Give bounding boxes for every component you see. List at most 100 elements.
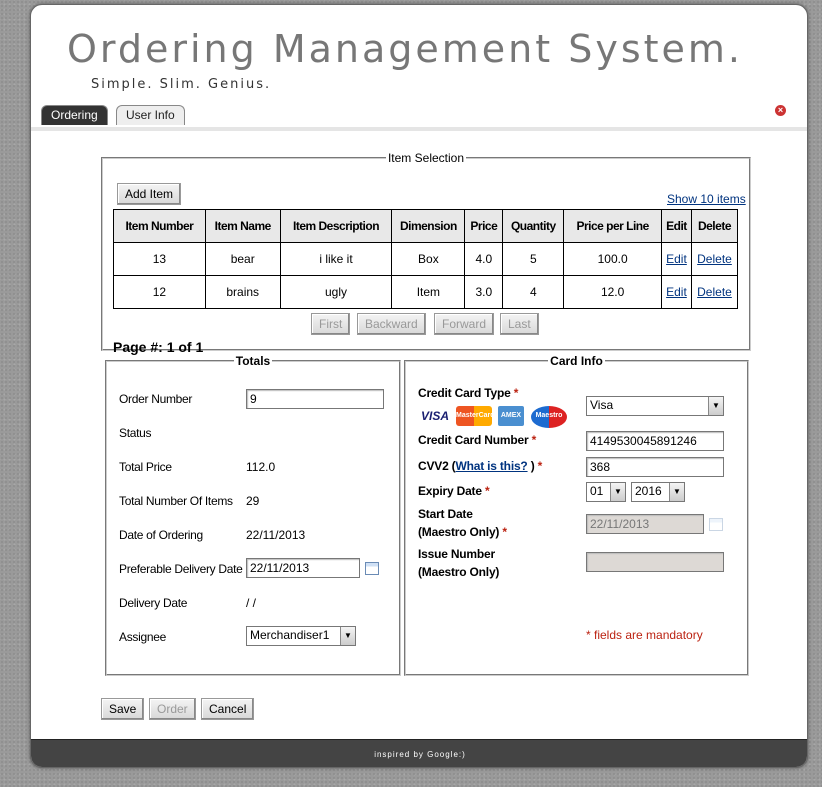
order-number-input[interactable]	[246, 389, 384, 409]
chevron-down-icon: ▼	[708, 397, 723, 415]
start-date-label: Start Date	[418, 507, 473, 521]
cvv-label: CVV2 (What is this? ) *	[418, 459, 543, 473]
delete-link[interactable]: Delete	[697, 285, 732, 299]
cell-item-name: bear	[204, 242, 281, 276]
tab-ordering[interactable]: Ordering	[41, 105, 108, 125]
cell-price-per-line: 12.0	[563, 275, 662, 309]
first-page-button[interactable]: First	[311, 313, 351, 335]
total-items-label: Total Number Of Items	[119, 494, 233, 508]
assignee-select[interactable]: Merchandiser1 ▼	[246, 626, 356, 646]
expiry-month-value: 01	[590, 484, 604, 498]
col-item-description: Item Description	[279, 209, 393, 243]
cell-delete: Delete	[690, 275, 739, 309]
page-label: Page #:	[113, 339, 163, 355]
cvv-input[interactable]	[586, 457, 724, 477]
chevron-down-icon: ▼	[610, 483, 625, 501]
cell-price: 3.0	[464, 275, 504, 309]
start-date-input[interactable]	[586, 514, 704, 534]
cell-item-name: brains	[204, 275, 281, 309]
delivery-date-label: Delivery Date	[119, 596, 188, 610]
issue-number-input[interactable]	[586, 552, 724, 572]
chevron-down-icon: ▼	[669, 483, 684, 501]
edit-link[interactable]: Edit	[666, 252, 687, 266]
last-page-button[interactable]: Last	[500, 313, 539, 335]
card-info-legend: Card Info	[550, 354, 603, 368]
cell-price-per-line: 100.0	[563, 242, 662, 276]
show-items-link[interactable]: Show 10 items	[667, 192, 746, 206]
footer: inspired by Google:)	[31, 739, 807, 767]
cvv-help-link[interactable]: What is this?	[455, 459, 527, 473]
items-table: Item Number Item Name Item Description D…	[113, 209, 739, 309]
cell-item-number: 13	[113, 242, 206, 276]
col-item-number: Item Number	[113, 209, 206, 243]
cell-dimension: Item	[391, 275, 466, 309]
app-subtitle: Simple. Slim. Genius.	[91, 77, 272, 92]
col-quantity: Quantity	[502, 209, 565, 243]
expiry-year-select[interactable]: 2016 ▼	[631, 482, 685, 502]
card-number-input[interactable]	[586, 431, 724, 451]
total-price-value: 112.0	[246, 460, 276, 474]
mastercard-icon: MasterCard	[456, 406, 495, 426]
tab-bar: Ordering User Info	[31, 103, 807, 131]
col-delete: Delete	[690, 209, 739, 243]
calendar-icon	[709, 518, 723, 531]
expiry-month-select[interactable]: 01 ▼	[586, 482, 626, 502]
cell-quantity: 4	[502, 275, 565, 309]
issue-number-label: Issue Number	[418, 547, 495, 561]
cell-edit: Edit	[660, 242, 692, 276]
cell-item-description: i like it	[279, 242, 393, 276]
totals-panel: Totals Order Number Status Total Price 1…	[105, 354, 401, 676]
col-price: Price	[464, 209, 504, 243]
col-price-per-line: Price per Line	[563, 209, 662, 243]
table-row: 13 bear i like it Box 4.0 5 100.0 Edit D…	[113, 242, 739, 276]
cell-item-description: ugly	[279, 275, 393, 309]
card-info-panel: Card Info Credit Card Type * VISA Master…	[404, 354, 749, 676]
col-dimension: Dimension	[391, 209, 466, 243]
cancel-button[interactable]: Cancel	[201, 698, 255, 720]
cell-dimension: Box	[391, 242, 466, 276]
item-selection-legend: Item Selection	[387, 151, 465, 165]
card-type-value: Visa	[590, 398, 614, 412]
date-ordering-label: Date of Ordering	[119, 528, 203, 542]
tab-user-info[interactable]: User Info	[116, 105, 185, 125]
delete-link[interactable]: Delete	[697, 252, 732, 266]
app-window: Ordering Management System. Simple. Slim…	[30, 4, 808, 768]
cell-item-number: 12	[113, 275, 206, 309]
cell-edit: Edit	[660, 275, 692, 309]
col-edit: Edit	[660, 209, 692, 243]
page-value: 1 of 1	[166, 339, 204, 355]
app-title: Ordering Management System.	[67, 27, 744, 71]
table-header-row: Item Number Item Name Item Description D…	[113, 209, 739, 243]
totals-legend: Totals	[235, 354, 271, 368]
table-row: 12 brains ugly Item 3.0 4 12.0 Edit Dele…	[113, 275, 739, 309]
card-number-label: Credit Card Number *	[418, 433, 537, 447]
cell-quantity: 5	[502, 242, 565, 276]
preferable-delivery-input[interactable]	[246, 558, 360, 578]
mandatory-note: * fields are mandatory	[586, 628, 703, 642]
visa-icon: VISA	[420, 409, 449, 423]
order-button[interactable]: Order	[149, 698, 196, 720]
chevron-down-icon: ▼	[340, 627, 355, 645]
expiry-label: Expiry Date *	[418, 484, 490, 498]
edit-link[interactable]: Edit	[666, 285, 687, 299]
item-selection-panel: Item Selection Add Item Show 10 items It…	[101, 151, 751, 355]
expiry-year-value: 2016	[635, 484, 662, 498]
order-number-label: Order Number	[119, 392, 193, 406]
cell-price: 4.0	[464, 242, 504, 276]
date-ordering-value: 22/11/2013	[246, 528, 306, 542]
backward-button[interactable]: Backward	[357, 313, 426, 335]
save-button[interactable]: Save	[101, 698, 145, 720]
card-type-select[interactable]: Visa ▼	[586, 396, 724, 416]
close-icon[interactable]: ×	[775, 105, 786, 116]
delivery-date-value: / /	[246, 596, 257, 610]
assignee-label: Assignee	[119, 630, 166, 644]
total-items-value: 29	[246, 494, 260, 508]
add-item-button[interactable]: Add Item	[117, 183, 182, 205]
calendar-icon[interactable]	[365, 562, 379, 575]
cell-delete: Delete	[690, 242, 739, 276]
forward-button[interactable]: Forward	[434, 313, 495, 335]
card-type-label: Credit Card Type *	[418, 386, 519, 400]
issue-number-sublabel: (Maestro Only)	[418, 565, 500, 579]
preferable-delivery-label: Preferable Delivery Date	[119, 562, 243, 576]
maestro-icon: Maestro	[531, 406, 567, 428]
